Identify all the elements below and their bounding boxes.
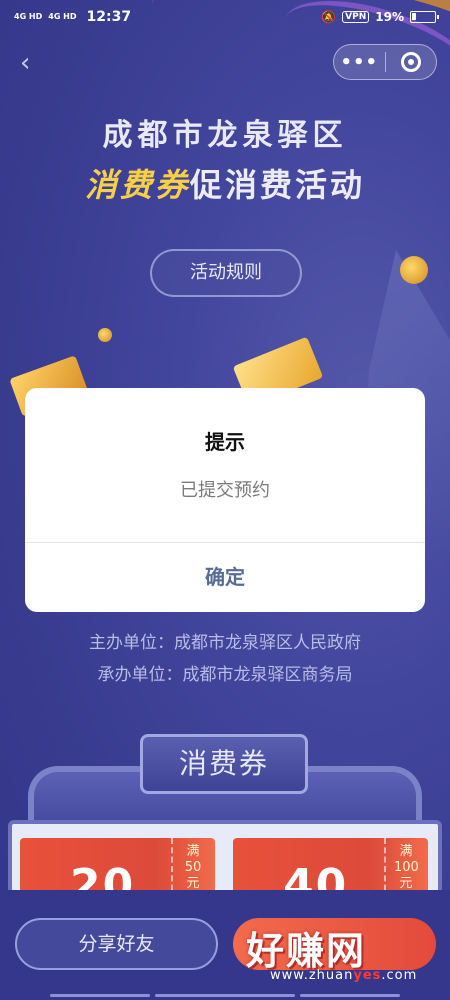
alert-dialog: 提示 已提交预约 确定: [25, 388, 425, 612]
dialog-message: 已提交预约: [180, 480, 270, 501]
dialog-title: 提示: [205, 430, 245, 454]
confirm-button[interactable]: 确定: [25, 543, 425, 612]
